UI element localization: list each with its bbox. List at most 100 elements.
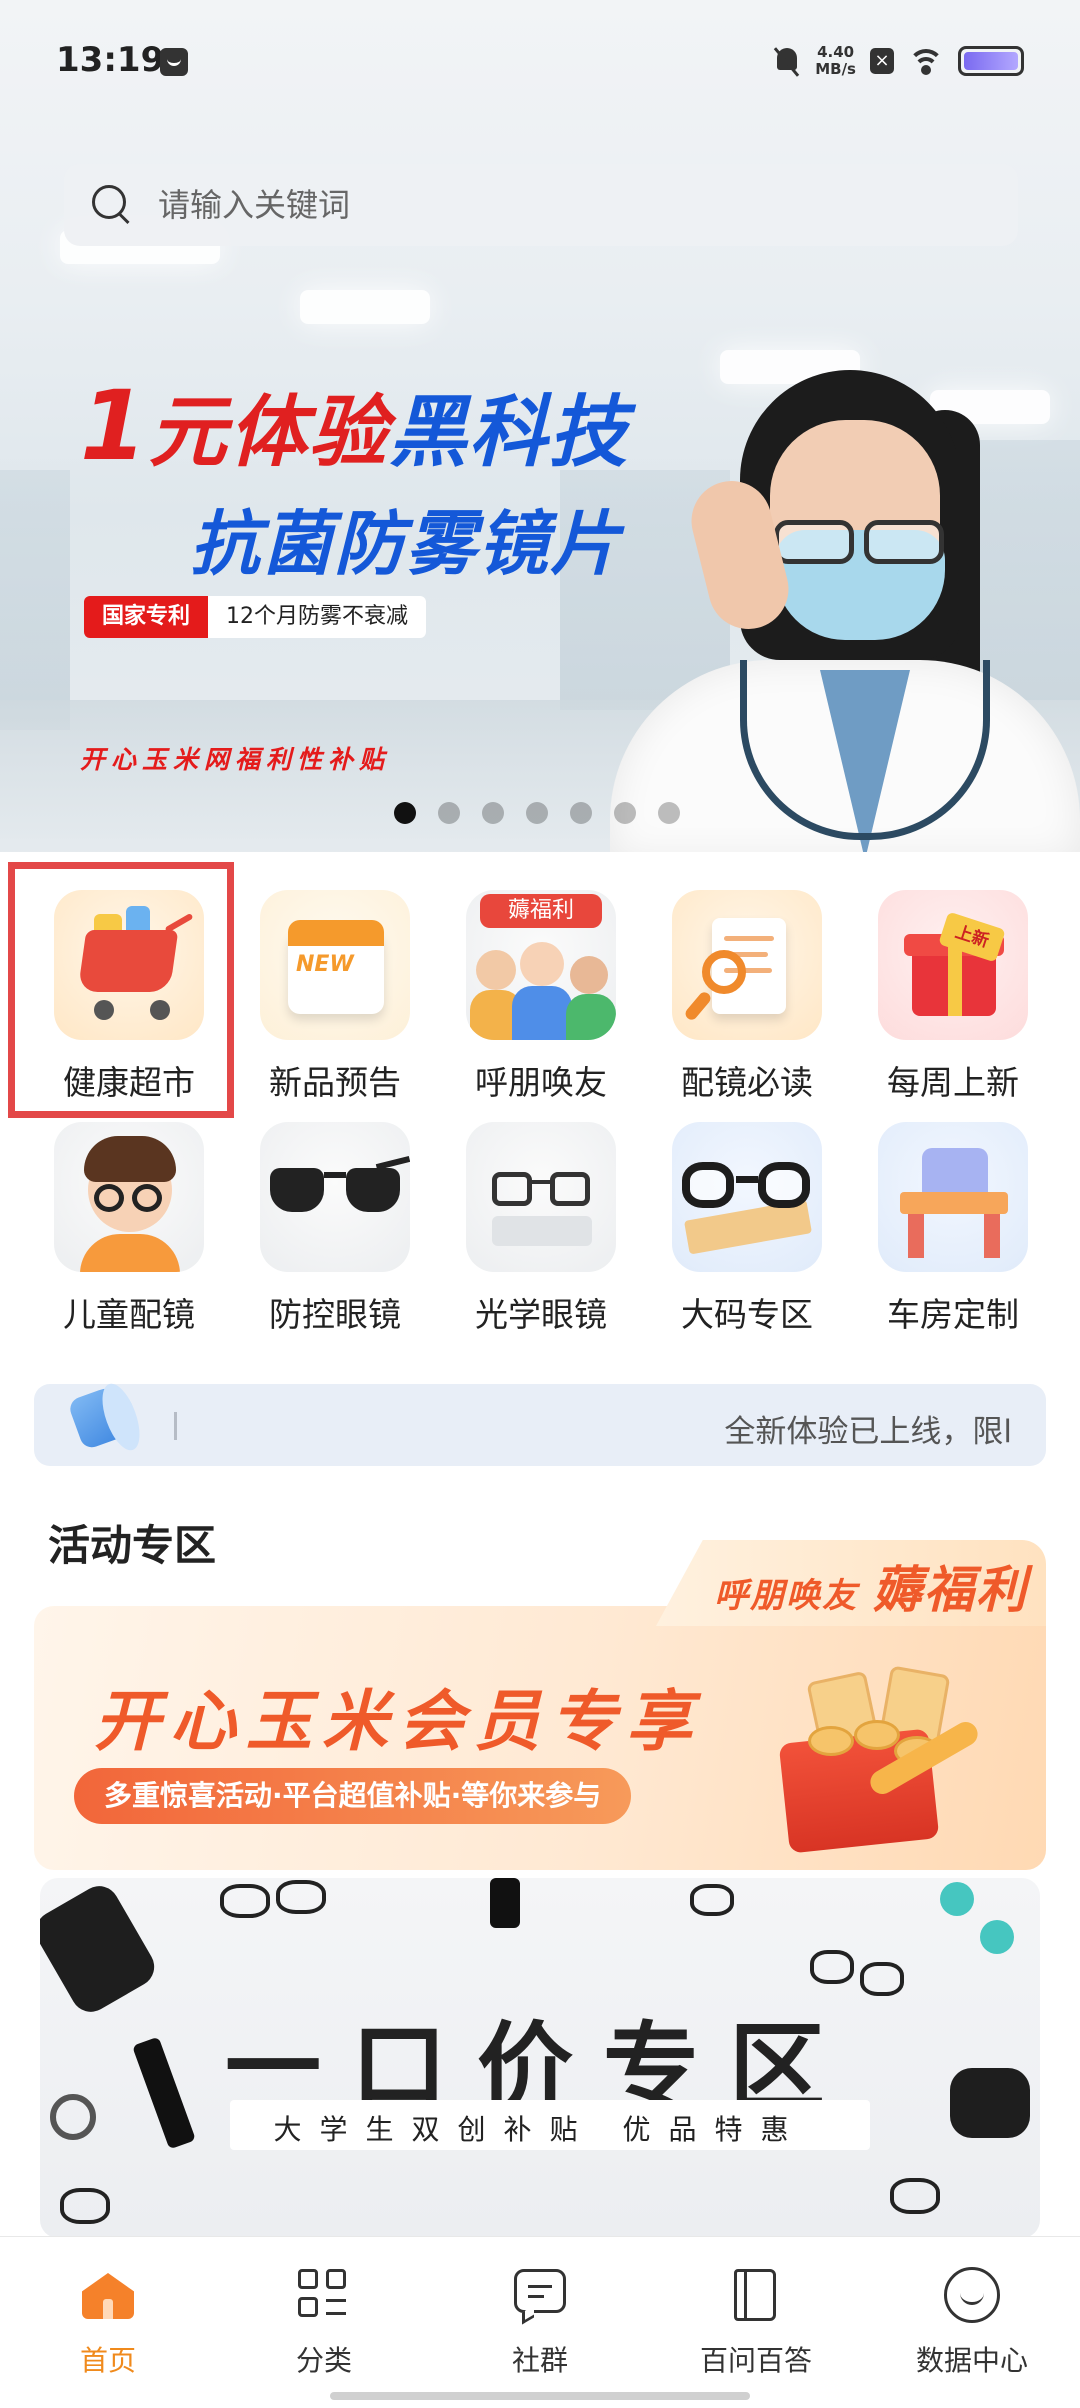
carousel-dot[interactable]	[526, 802, 548, 824]
hero-banner[interactable]: 13:19 4.40 MB/s × 1元体验黑科技 抗菌防雾镜片 国家专利 12…	[0, 0, 1080, 852]
nav-label: 首页	[79, 2344, 136, 2377]
grid-item-invite-friends[interactable]: 薅福利 呼朋唤友	[438, 870, 644, 1102]
search-icon[interactable]	[92, 185, 132, 225]
search-input[interactable]	[158, 186, 918, 224]
doctor-photo	[520, 370, 1080, 852]
optical-glasses-icon	[466, 1122, 616, 1272]
gift-box-icon: 上新	[878, 890, 1028, 1040]
shopping-cart-icon	[54, 890, 204, 1040]
glasses-prop	[60, 2188, 110, 2224]
patent-tag: 国家专利	[84, 596, 209, 638]
carousel-dot[interactable]	[482, 802, 504, 824]
calendar-new-text: NEW	[296, 952, 354, 977]
home-icon	[80, 2267, 136, 2323]
promo-card[interactable]: 开心玉米会员专享 多重惊喜活动·平台超值补贴·等你来参与	[34, 1606, 1046, 1870]
notice-bar[interactable]: 全新体验已上线，限l	[34, 1378, 1046, 1466]
nav-qa[interactable]: 百问百答	[648, 2267, 864, 2377]
carousel-dots[interactable]	[394, 802, 680, 824]
glasses-prop	[690, 1884, 734, 1916]
category-grid: 健康超市 NEW 新品预告 薅福利 呼朋唤友 配镜必读 上新 每周上新 儿童配镜…	[0, 870, 1080, 1340]
banner-headline-red: 元体验	[148, 388, 389, 478]
grid-item-large-size[interactable]: 大码专区	[644, 1102, 850, 1334]
ceiling-light	[300, 290, 430, 324]
nav-category[interactable]: 分类	[216, 2267, 432, 2377]
nav-label: 百问百答	[699, 2344, 812, 2377]
battery-icon	[958, 46, 1024, 76]
status-time: 13:19	[56, 40, 165, 80]
home-indicator[interactable]	[330, 2392, 750, 2400]
promo-tab-big: 薅福利	[872, 1561, 1028, 1619]
workshop-machine-icon	[878, 1122, 1028, 1272]
glasses-prop	[220, 1884, 270, 1918]
category-grid-icon	[296, 2267, 352, 2323]
member-promo-banner[interactable]: 开心玉米会员专享 多重惊喜活动·平台超值补贴·等你来参与 呼朋唤友 薅福利	[34, 1540, 1046, 1870]
smile-icon	[944, 2267, 1000, 2323]
grid-label: 配镜必读	[681, 1063, 813, 1102]
contact-lens-prop	[980, 1920, 1014, 1954]
nav-data-center[interactable]: 数据中心	[864, 2267, 1080, 2377]
nav-label: 社群	[511, 2344, 568, 2377]
grid-item-new-preview[interactable]: NEW 新品预告	[232, 870, 438, 1102]
friends-badge: 薅福利	[480, 894, 602, 928]
sunglasses-icon	[260, 1122, 410, 1272]
calendar-new-icon: NEW	[260, 890, 410, 1040]
contact-lens-prop	[940, 1882, 974, 1916]
carousel-dot[interactable]	[658, 802, 680, 824]
fixed-price-subtitle: 大学生双创补贴 优品特惠	[273, 2113, 807, 2146]
net-speed-unit: MB/s	[815, 60, 856, 78]
antifog-tag: 12个月防雾不衰减	[208, 596, 427, 638]
grid-item-workshop-custom[interactable]: 车房定制	[850, 1102, 1056, 1334]
glasses-prop	[276, 1880, 326, 1914]
grid-label: 防控眼镜	[269, 1295, 401, 1334]
promo-tab: 呼朋唤友 薅福利	[656, 1540, 1046, 1626]
grid-label: 大码专区	[681, 1295, 813, 1334]
network-speed: 4.40 MB/s	[815, 44, 856, 78]
banner-slogan: 开心玉米网福利性补贴	[80, 745, 391, 774]
grid-item-control-glasses[interactable]: 防控眼镜	[232, 1102, 438, 1334]
message-icon	[160, 48, 188, 76]
chat-icon	[512, 2267, 568, 2325]
bottom-navigation: 首页 分类 社群 百问百答 数据中心	[0, 2236, 1080, 2408]
glasses-prop	[890, 2178, 940, 2214]
document-magnifier-icon	[672, 890, 822, 1040]
carousel-dot[interactable]	[438, 802, 460, 824]
net-speed-value: 4.40	[817, 43, 855, 61]
grid-item-kids-glasses[interactable]: 儿童配镜	[26, 1102, 232, 1334]
grid-item-health-market[interactable]: 健康超市	[26, 870, 232, 1102]
glasses-prop	[810, 1950, 854, 1984]
grid-label: 儿童配镜	[63, 1295, 195, 1334]
grid-label: 呼朋唤友	[475, 1063, 607, 1102]
banner-headline-number: 1	[80, 370, 149, 482]
book-icon	[728, 2267, 784, 2323]
kid-glasses-icon	[54, 1122, 204, 1272]
status-icons: 4.40 MB/s ×	[773, 44, 1024, 78]
gift-coins-icon	[754, 1656, 984, 1856]
nav-community[interactable]: 社群	[432, 2267, 648, 2377]
promo-tab-text: 呼朋唤友 薅福利	[714, 1550, 1028, 1622]
lipstick-prop	[490, 1878, 520, 1928]
promo-tab-small: 呼朋唤友	[714, 1576, 859, 1616]
notice-divider	[174, 1412, 177, 1440]
carousel-dot[interactable]	[570, 802, 592, 824]
banner-tags: 国家专利 12个月防雾不衰减	[84, 596, 427, 638]
search-bar[interactable]	[64, 164, 1018, 246]
grid-item-weekly-new[interactable]: 上新 每周上新	[850, 870, 1056, 1102]
carousel-dot[interactable]	[394, 802, 416, 824]
grid-item-glasses-guide[interactable]: 配镜必读	[644, 870, 850, 1102]
grid-label: 新品预告	[269, 1063, 401, 1102]
promo-pill: 多重惊喜活动·平台超值补贴·等你来参与	[74, 1768, 632, 1824]
friends-icon: 薅福利	[466, 890, 616, 1040]
bell-off-icon	[773, 46, 801, 76]
grid-label: 每周上新	[887, 1063, 1019, 1102]
megaphone-icon	[56, 1372, 148, 1464]
carousel-dot[interactable]	[614, 802, 636, 824]
grid-label: 车房定制	[887, 1295, 1019, 1334]
notice-text: 全新体验已上线，限l	[724, 1414, 1012, 1450]
grid-item-optical-glasses[interactable]: 光学眼镜	[438, 1102, 644, 1334]
fixed-price-banner[interactable]: 一口价专区 大学生双创补贴 优品特惠	[40, 1878, 1040, 2238]
close-box-icon: ×	[870, 48, 894, 74]
nav-home[interactable]: 首页	[0, 2267, 216, 2377]
promo-title: 开心玉米会员专享	[94, 1683, 702, 1760]
grid-label: 光学眼镜	[475, 1295, 607, 1334]
status-bar: 13:19 4.40 MB/s ×	[0, 0, 1080, 126]
